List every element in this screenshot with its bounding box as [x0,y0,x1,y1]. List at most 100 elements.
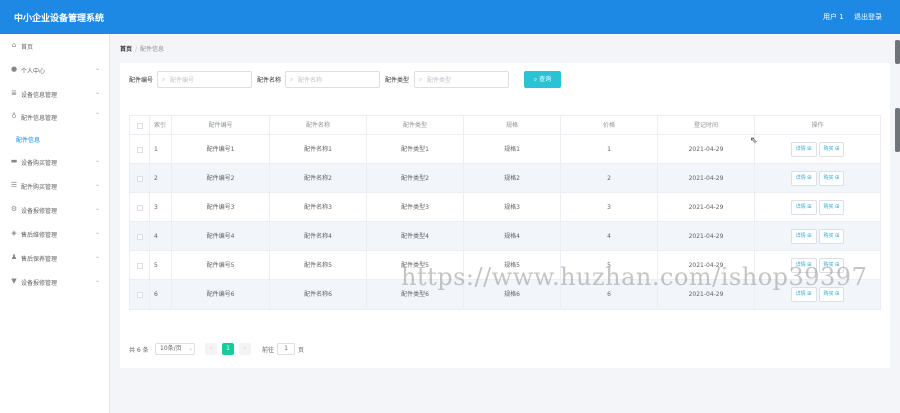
cell-index: 2 [150,164,172,192]
row-select-cell [130,135,150,163]
row-checkbox[interactable] [136,146,143,153]
sidebar-item-part-purchase[interactable]: ☰ 配件购买管理 ⌄ [0,178,110,194]
column-header-type: 配件类型 [367,116,464,134]
part-type-label: 配件类型 [385,77,410,84]
part-type-field[interactable]: ⌕ [414,71,509,88]
cell-type: 配件类型3 [367,193,464,221]
goto-suffix: 页 [298,347,305,354]
sidebar-item-label: 售后保养管理 [21,256,58,263]
sidebar-item-aftersale-maintenance[interactable]: ♟ 售后保养管理 ⌄ [0,250,110,266]
buy-button[interactable]: 购买 ⊞ [818,229,845,244]
cell-date: 2021-04-29 [658,164,755,192]
search-icon: ⌕ [290,76,294,83]
cell-spec: 规格1 [464,135,561,163]
chevron-down-icon: ⌄ [95,181,101,188]
cell-name: 配件名称1 [270,135,367,163]
cell-code: 配件编号6 [172,280,270,309]
part-code-field[interactable]: ⌕ [157,71,252,88]
chevron-down-icon: ⌄ [95,157,101,164]
outer-scrollbar-thumb[interactable] [895,40,900,64]
menu-icon: ☰ [10,181,18,189]
goto-prefix: 前往 [262,347,275,354]
buy-button[interactable]: 购买 ⊞ [818,142,845,157]
cell-index: 3 [150,193,172,221]
buy-button[interactable]: 购买 ⊞ [818,171,845,186]
cell-name: 配件名称6 [270,280,367,309]
part-type-input[interactable] [427,75,505,85]
detail-button[interactable]: 详情 ⊞ [790,171,817,186]
sidebar-item-home[interactable]: ⌂ 首页 [0,38,110,54]
person-icon: ♟ [10,253,18,261]
column-header-name: 配件名称 [270,116,367,134]
sidebar-item-personal-center[interactable]: ● 个人中心 ⌄ [0,62,110,78]
prev-page-button[interactable]: ‹ [205,343,217,355]
detail-button[interactable]: 详情 ⊞ [790,200,817,215]
watermark: https://www.huzhan.com/ishop39397 [401,263,868,291]
breadcrumb-current: 配件信息 [140,46,165,53]
folder-icon: ▼ [11,277,17,285]
sidebar-item-device-purchase[interactable]: ▬ 设备购买管理 ⌄ [0,154,110,170]
cell-price: 1 [561,135,658,163]
shield-icon: ◈ [11,229,17,237]
select-all-checkbox[interactable] [136,122,143,129]
main-content: 首页/配件信息 配件编号 ⌕ 配件名称 ⌕ 配件类型 ⌕ ⌕ 查询 索引 配件编… [110,34,900,413]
cell-price: 3 [561,193,658,221]
row-checkbox[interactable] [136,262,143,269]
column-header-date: 登记时间 [658,116,755,134]
chevron-down-icon: ⌄ [95,205,101,212]
part-name-input[interactable] [298,75,376,85]
app-title: 中小企业设备管理系统 [14,14,105,24]
cell-index: 4 [150,222,172,250]
table-header-row: 索引 配件编号 配件名称 配件类型 规格 价格 登记时间 操作 [130,116,880,135]
page-size-select[interactable]: 10条/页 ⌄ [155,343,195,355]
cell-date: 2021-04-29 [658,135,755,163]
sidebar-item-device-report[interactable]: ▼ 设备报修管理 ⌄ [0,274,110,290]
page-number-current[interactable]: 1 [222,343,234,355]
next-page-button[interactable]: › [239,343,251,355]
breadcrumb-home[interactable]: 首页 [120,46,132,53]
cell-index: 6 [150,280,172,309]
card-icon: ▬ [10,157,18,165]
breadcrumb-separator: / [135,46,138,53]
goto-page-input[interactable]: 1 [277,343,295,355]
content-card: 配件编号 ⌕ 配件名称 ⌕ 配件类型 ⌕ ⌕ 查询 索引 配件编号 配件名称 配… [120,63,890,368]
row-checkbox[interactable] [136,204,143,211]
column-header-spec: 规格 [464,116,561,134]
table-row: 3 配件编号3 配件名称3 配件类型3 规格3 3 2021-04-29 详情 ⊞ 购买 ⊞ [130,193,880,222]
row-checkbox[interactable] [136,175,143,182]
cell-price: 2 [561,164,658,192]
cell-code: 配件编号1 [172,135,270,163]
buy-button[interactable]: 购买 ⊞ [818,200,845,215]
detail-button[interactable]: 详情 ⊞ [790,142,817,157]
sidebar-item-device-repair[interactable]: ⚙ 设备报修管理 ⌄ [0,202,110,218]
cell-name: 配件名称4 [270,222,367,250]
user-label[interactable]: 用户 1 [823,12,844,22]
query-button-label: 查询 [539,76,552,83]
part-name-field[interactable]: ⌕ [285,71,380,88]
cell-code: 配件编号4 [172,222,270,250]
cell-date: 2021-04-29 [658,222,755,250]
logout-link[interactable]: 退出登录 [854,12,882,22]
column-header-code: 配件编号 [172,116,270,134]
row-select-cell [130,251,150,279]
sidebar-item-part-info[interactable]: ♁ 配件信息管理 ⌃ [0,109,110,125]
row-checkbox[interactable] [136,291,143,298]
sidebar-item-device-info[interactable]: ≣ 设备信息管理 ⌄ [0,86,110,102]
query-button[interactable]: ⌕ 查询 [524,71,561,88]
inner-scrollbar-thumb[interactable] [895,108,900,152]
sidebar-item-aftersale-repair[interactable]: ◈ 售后维修管理 ⌄ [0,226,110,242]
cell-date: 2021-04-29 [658,193,755,221]
cell-name: 配件名称3 [270,193,367,221]
sidebar-subitem-part-info[interactable]: 配件信息 [16,135,40,144]
cell-actions: 详情 ⊞ 购买 ⊞ [755,135,880,163]
part-code-input[interactable] [170,75,248,85]
chevron-down-icon: ⌄ [95,229,101,236]
cell-actions: 详情 ⊞ 购买 ⊞ [755,193,880,221]
detail-button[interactable]: 详情 ⊞ [790,229,817,244]
row-checkbox[interactable] [136,233,143,240]
chevron-down-icon: ⌄ [95,277,101,284]
cell-name: 配件名称5 [270,251,367,279]
chevron-down-icon: ⌄ [95,89,101,96]
bulb-icon: ♁ [11,112,17,120]
cell-code: 配件编号2 [172,164,270,192]
